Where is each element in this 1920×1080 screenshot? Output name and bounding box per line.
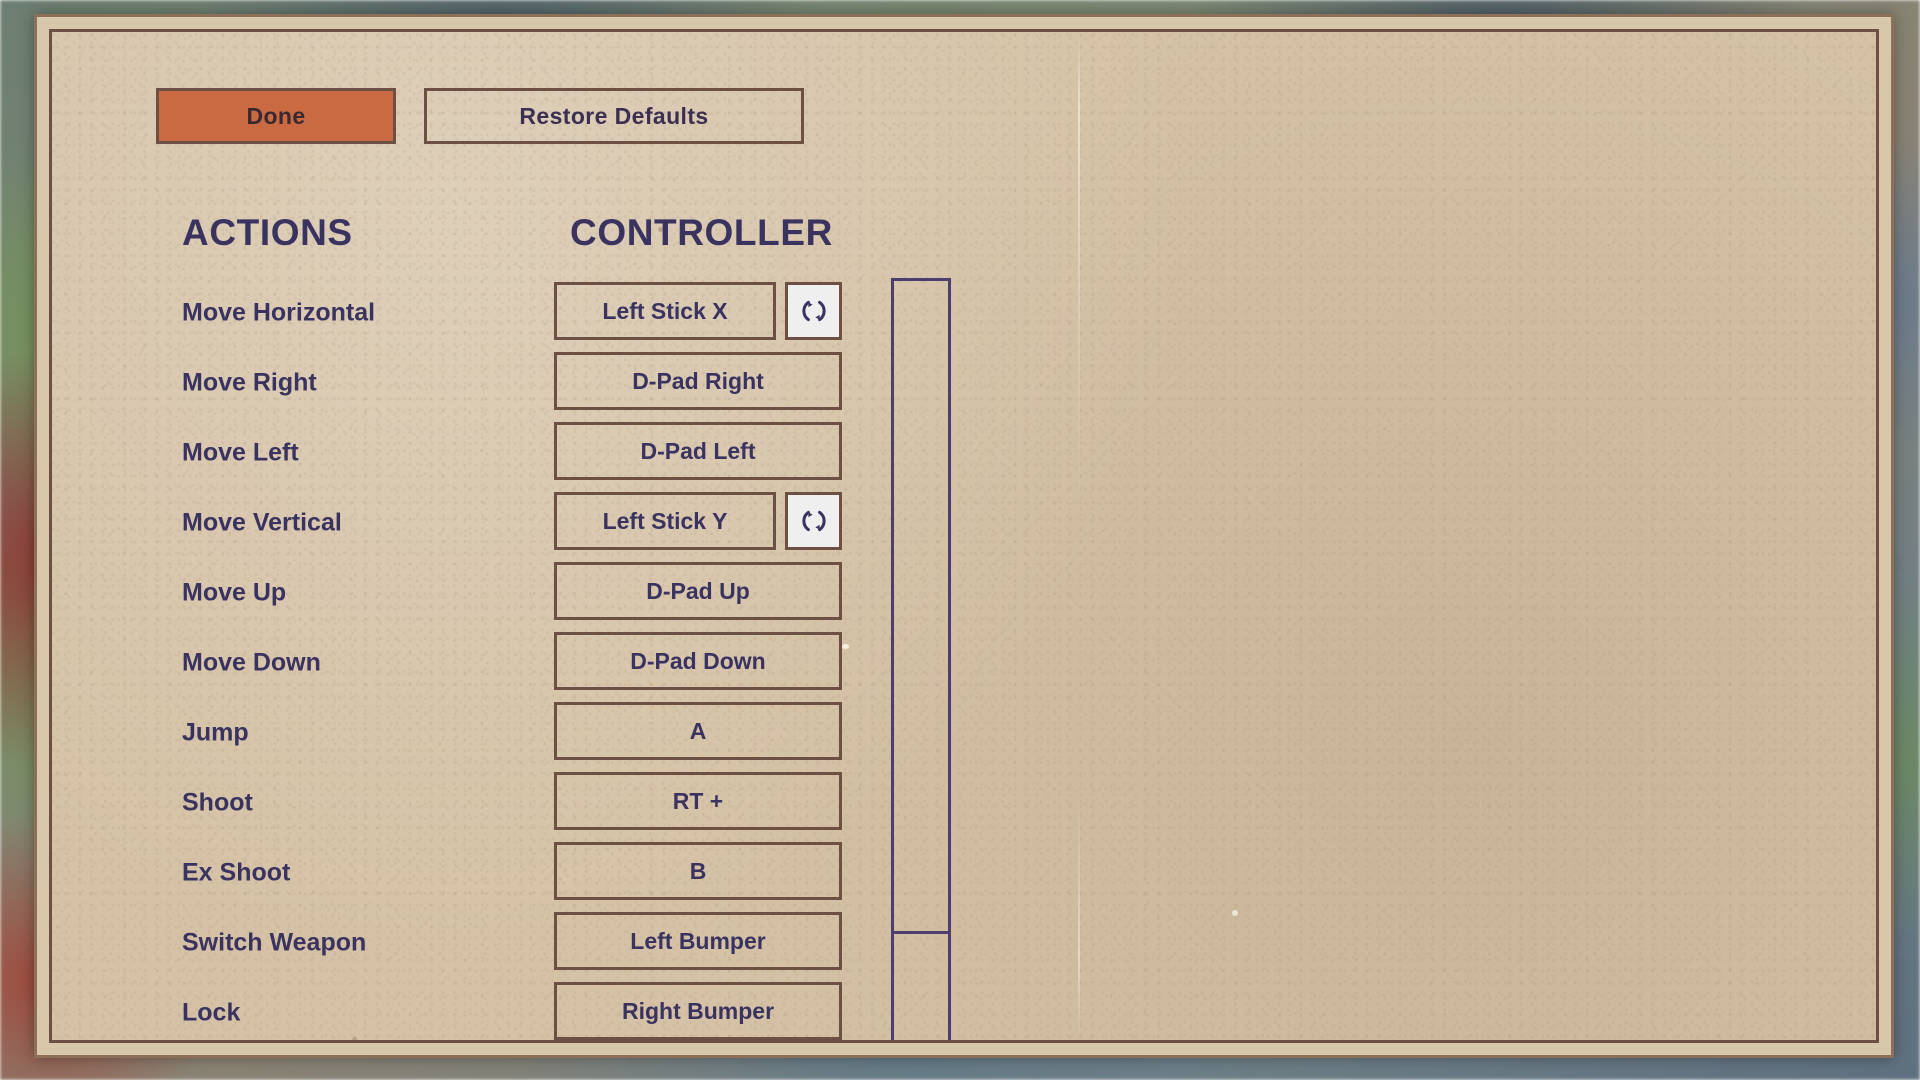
binding-button[interactable]: B — [554, 842, 842, 900]
rotate-icon-button[interactable] — [785, 492, 842, 550]
binding-button[interactable]: D-Pad Right — [554, 352, 842, 410]
binding-row: Move Down D-Pad Down — [52, 628, 1876, 698]
panel-inner-frame: Done Restore Defaults ACTIONS CONTROLLER… — [49, 29, 1879, 1043]
action-label: Move Horizontal — [182, 298, 376, 327]
bindings-list: Move Horizontal Left Stick X Move Right D-P… — [52, 278, 1876, 1040]
binding-controls: D-Pad Right — [554, 352, 842, 410]
action-label: Lock — [182, 998, 241, 1027]
binding-controls: RT + — [554, 772, 842, 830]
action-label: Shoot — [182, 788, 253, 817]
bindings-scrollbar[interactable] — [891, 278, 951, 1040]
binding-controls: A — [554, 702, 842, 760]
action-label: Move Down — [182, 648, 321, 677]
rotate-icon — [801, 300, 826, 322]
action-label: Move Right — [182, 368, 317, 397]
action-label: Jump — [182, 718, 249, 747]
binding-controls: B — [554, 842, 842, 900]
rotate-icon — [801, 510, 826, 532]
actions-column-header: ACTIONS — [182, 212, 353, 253]
action-label: Switch Weapon — [182, 928, 367, 957]
binding-row: Move Right D-Pad Right — [52, 348, 1876, 418]
controls-settings-panel: Done Restore Defaults ACTIONS CONTROLLER… — [34, 14, 1894, 1058]
binding-button[interactable]: Right Bumper — [554, 982, 842, 1040]
done-button[interactable]: Done — [156, 88, 396, 144]
binding-row: Switch Weapon Left Bumper — [52, 908, 1876, 978]
binding-button[interactable]: RT + — [554, 772, 842, 830]
binding-row: Lock Right Bumper — [52, 978, 1876, 1040]
controller-column-header: CONTROLLER — [570, 212, 833, 253]
binding-row: Move Up D-Pad Up — [52, 558, 1876, 628]
binding-controls: D-Pad Up — [554, 562, 842, 620]
binding-button[interactable]: D-Pad Up — [554, 562, 842, 620]
action-label: Ex Shoot — [182, 858, 291, 887]
binding-controls: Left Bumper — [554, 912, 842, 970]
scrollbar-thumb[interactable] — [894, 281, 948, 934]
binding-row: Move Vertical Left Stick Y — [52, 488, 1876, 558]
binding-controls: D-Pad Down — [554, 632, 842, 690]
binding-button[interactable]: Left Stick X — [554, 282, 776, 340]
binding-controls: Right Bumper — [554, 982, 842, 1040]
action-label: Move Up — [182, 578, 287, 607]
binding-controls: Left Stick Y — [554, 492, 842, 550]
action-label: Move Vertical — [182, 508, 342, 537]
binding-controls: D-Pad Left — [554, 422, 842, 480]
restore-defaults-button[interactable]: Restore Defaults — [424, 88, 804, 144]
rotate-icon-button[interactable] — [785, 282, 842, 340]
binding-row: Move Left D-Pad Left — [52, 418, 1876, 488]
binding-button[interactable]: D-Pad Left — [554, 422, 842, 480]
binding-row: Jump A — [52, 698, 1876, 768]
binding-button[interactable]: Left Stick Y — [554, 492, 776, 550]
binding-button[interactable]: Left Bumper — [554, 912, 842, 970]
binding-row: Move Horizontal Left Stick X — [52, 278, 1876, 348]
binding-button[interactable]: A — [554, 702, 842, 760]
binding-button[interactable]: D-Pad Down — [554, 632, 842, 690]
binding-row: Shoot RT + — [52, 768, 1876, 838]
binding-controls: Left Stick X — [554, 282, 842, 340]
panel-toolbar: Done Restore Defaults — [156, 88, 804, 144]
binding-row: Ex Shoot B — [52, 838, 1876, 908]
action-label: Move Left — [182, 438, 299, 467]
